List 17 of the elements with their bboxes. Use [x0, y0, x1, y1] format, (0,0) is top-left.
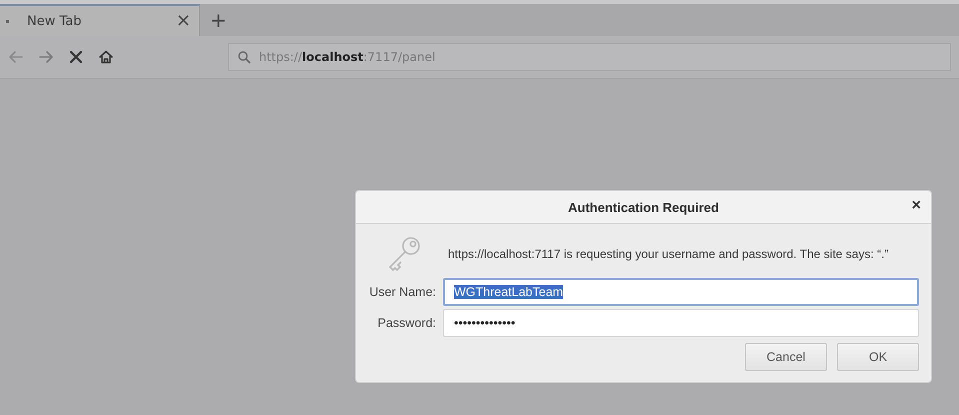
close-tab-button[interactable]: ×: [176, 12, 191, 30]
stop-icon[interactable]: [68, 49, 84, 65]
input-field[interactable]: WGThreatLabTeam: [443, 278, 919, 306]
dialog-button[interactable]: OK: [837, 343, 919, 371]
close-button[interactable]: ×: [910, 197, 923, 215]
browser-tab[interactable]: New Tab ×: [0, 4, 200, 36]
address-bar[interactable]: https://localhost:7117/panel: [228, 43, 951, 71]
new-tab-button[interactable]: +: [210, 10, 227, 30]
dialog-message: https://localhost:7117 is requesting your username and password. The site says: “.”: [448, 247, 888, 261]
input-field[interactable]: ••••••••••••••: [443, 309, 919, 337]
search-icon: [237, 50, 251, 64]
field-label: User Name:: [368, 285, 436, 299]
dialog-title: Authentication Required: [568, 200, 719, 214]
url-text: https://localhost:7117/panel: [259, 50, 436, 64]
dialog-button[interactable]: Cancel: [745, 343, 827, 371]
field-label: Password:: [376, 316, 436, 330]
home-icon[interactable]: [98, 49, 114, 65]
